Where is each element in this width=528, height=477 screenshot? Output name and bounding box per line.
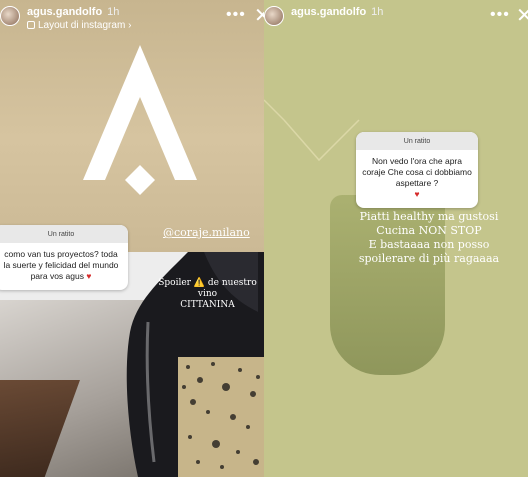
username[interactable]: agus.gandolfo 1h: [291, 6, 383, 18]
story-header: agus.gandolfo 1h Layout di instagram › ••…: [0, 0, 264, 40]
close-icon[interactable]: ✕: [254, 6, 264, 26]
question-sticker-text: como van tus proyectos? toda la suerte y…: [3, 249, 119, 281]
story-right[interactable]: agus.gandolfo 1h ••• ✕ Un ratito Non vedo…: [264, 0, 528, 477]
question-sticker-text: Non vedo l'ora che apra coraje Che cosa …: [362, 156, 472, 199]
coraje-logo-icon: [83, 45, 197, 195]
story-left[interactable]: agus.gandolfo 1h Layout di instagram › ••…: [0, 0, 264, 477]
avatar[interactable]: [0, 6, 20, 26]
more-options-icon[interactable]: •••: [226, 7, 246, 23]
avatar[interactable]: [264, 6, 284, 26]
spoiler-caption: Spoiler ⚠️ de nuestro vino CITTANINA: [158, 278, 257, 310]
heart-icon: ♥: [86, 271, 92, 281]
layout-icon: [27, 21, 35, 29]
question-sticker-header: Un ratito: [0, 225, 128, 243]
story-viewer: agus.gandolfo 1h Layout di instagram › ••…: [0, 0, 528, 477]
layout-link[interactable]: Layout di instagram ›: [27, 20, 131, 31]
question-sticker-header: Un ratito: [356, 132, 478, 150]
story-caption: Piatti healthy ma gustosi Cucina NON STO…: [334, 210, 524, 266]
username[interactable]: agus.gandolfo 1h: [27, 6, 119, 18]
question-sticker: Un ratito Non vedo l'ora che apra coraje…: [356, 132, 478, 208]
close-icon[interactable]: ✕: [516, 6, 528, 26]
story-header: agus.gandolfo 1h ••• ✕: [264, 0, 528, 40]
mention-link[interactable]: @coraje.milano: [163, 226, 250, 239]
caption-line: Piatti healthy ma gustosi: [359, 210, 499, 223]
question-sticker: Un ratito como van tus proyectos? toda l…: [0, 225, 128, 290]
heart-icon: ♥: [414, 189, 420, 199]
post-time: 1h: [371, 6, 384, 18]
caption-line: E bastaaaa non posso: [368, 238, 490, 251]
post-time: 1h: [107, 6, 120, 18]
caption-line: spoilerare di più ragaaaa: [358, 252, 500, 265]
caption-line: Cucina NON STOP: [376, 224, 482, 237]
more-options-icon[interactable]: •••: [490, 7, 510, 23]
